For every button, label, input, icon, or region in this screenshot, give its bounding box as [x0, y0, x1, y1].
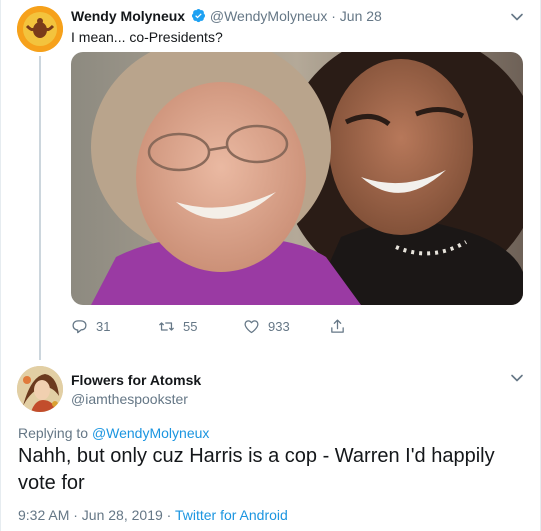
- reply-author-name[interactable]: Flowers for Atomsk: [71, 372, 201, 388]
- replying-to-label: Replying to: [18, 425, 89, 441]
- meta-separator: ·: [166, 507, 172, 523]
- thread-line: [39, 56, 41, 360]
- tweet-text: I mean... co-Presidents?: [71, 29, 223, 45]
- reply-author-handle[interactable]: @iamthespookster: [71, 391, 188, 407]
- replying-to-link[interactable]: @WendyMolyneux: [92, 425, 209, 441]
- photo-image: [71, 52, 523, 305]
- reply-avatar[interactable]: [17, 366, 63, 412]
- separator: ·: [331, 8, 336, 24]
- tweet-header: Wendy Molyneux @WendyMolyneux · Jun 28: [71, 8, 382, 24]
- avatar-image: [17, 6, 63, 52]
- reply-icon: [72, 320, 87, 334]
- heart-icon: [244, 320, 259, 334]
- verified-badge-icon: [191, 8, 206, 23]
- like-count: 933: [268, 319, 290, 334]
- avatar[interactable]: [17, 6, 63, 52]
- tweet-photo[interactable]: [71, 52, 523, 305]
- tweet-actions: 31 55 933: [71, 318, 371, 338]
- like-action[interactable]: 933: [243, 318, 290, 335]
- author-name[interactable]: Wendy Molyneux: [71, 8, 185, 24]
- parent-tweet[interactable]: Wendy Molyneux @WendyMolyneux · Jun 28 I…: [1, 0, 541, 360]
- retweet-action[interactable]: 55: [158, 318, 197, 335]
- chevron-down-icon[interactable]: [510, 371, 524, 385]
- share-action[interactable]: [329, 318, 354, 335]
- chevron-down-icon[interactable]: [510, 10, 524, 24]
- replying-to: Replying to @WendyMolyneux: [18, 425, 209, 441]
- reply-action[interactable]: 31: [71, 318, 110, 335]
- retweet-icon: [159, 322, 174, 331]
- tweet-thread: Wendy Molyneux @WendyMolyneux · Jun 28 I…: [0, 0, 541, 531]
- author-handle[interactable]: @WendyMolyneux: [210, 8, 327, 24]
- reply-count: 31: [96, 319, 111, 334]
- retweet-count: 55: [183, 319, 198, 334]
- reply-avatar-image: [17, 366, 63, 412]
- reply-text: Nahh, but only cuz Harris is a cop - War…: [18, 445, 495, 494]
- tweet-date[interactable]: Jun 28: [340, 8, 382, 24]
- reply-meta: 9:32 AM · Jun 28, 2019 · Twitter for And…: [18, 507, 288, 523]
- reply-timestamp[interactable]: 9:32 AM · Jun 28, 2019: [18, 507, 163, 523]
- reply-source[interactable]: Twitter for Android: [175, 507, 288, 523]
- share-icon: [331, 319, 344, 333]
